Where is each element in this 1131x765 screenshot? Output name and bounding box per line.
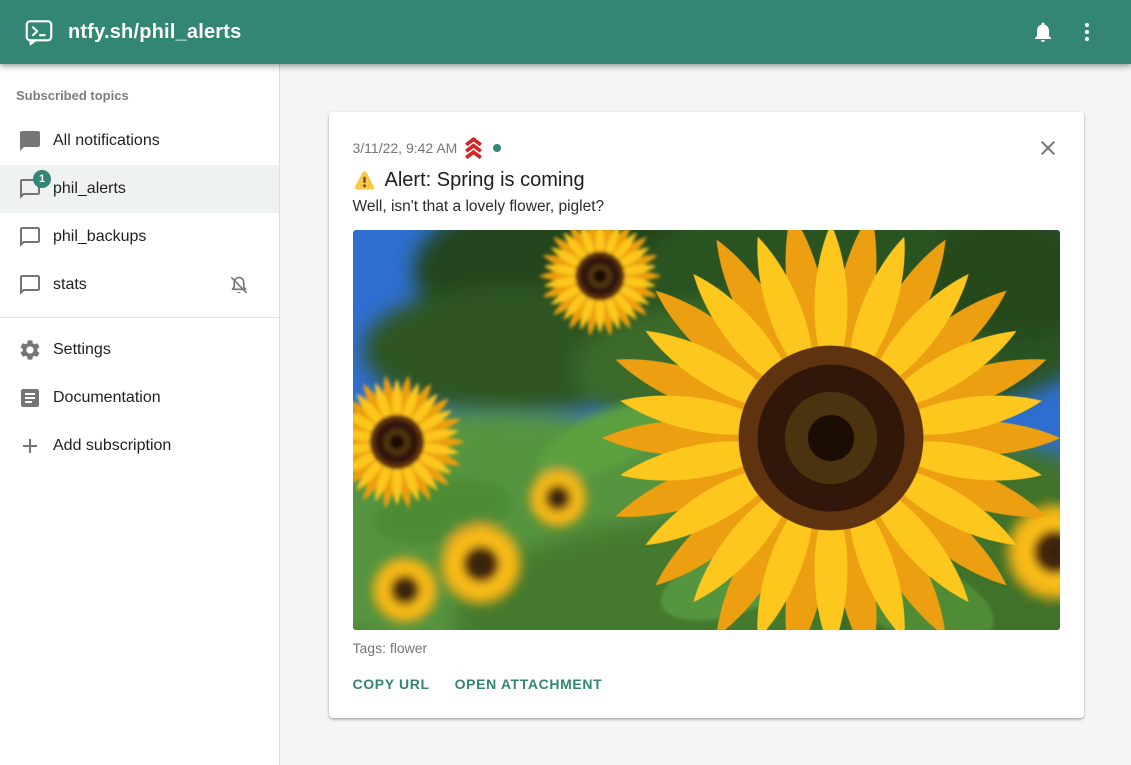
notifications-button[interactable] — [1021, 10, 1065, 54]
notification-actions: COPY URL OPEN ATTACHMENT — [353, 674, 1060, 694]
chat-bubble-outline-icon — [18, 273, 42, 297]
sidebar-item-documentation[interactable]: Documentation — [0, 374, 279, 422]
sidebar-divider — [0, 317, 279, 318]
chat-bubble-filled-icon — [18, 129, 42, 153]
bell-icon — [1031, 20, 1055, 44]
chat-bubble-outline-icon — [18, 225, 42, 249]
more-vert-icon — [1075, 20, 1099, 44]
sidebar-item-all-notifications[interactable]: All notifications — [0, 117, 279, 165]
chat-bubble-outline-icon: 1 — [18, 177, 42, 201]
close-notification-button[interactable] — [1034, 134, 1062, 162]
topic-label: phil_alerts — [53, 180, 126, 198]
notification-meta-row: 3/11/22, 9:42 AM — [353, 136, 1060, 162]
topic-label: stats — [53, 276, 87, 294]
attachment-image[interactable] — [353, 230, 1060, 630]
ntfy-logo-terminal-icon — [24, 17, 54, 47]
app-bar: ntfy.sh/phil_alerts — [0, 0, 1131, 64]
sidebar-item-settings[interactable]: Settings — [0, 326, 279, 374]
notification-timestamp: 3/11/22, 9:42 AM — [353, 140, 458, 156]
sidebar: Subscribed topics All notifications 1 ph… — [0, 64, 280, 765]
subscribed-topics-caption: Subscribed topics — [0, 64, 279, 117]
main-content: 3/11/22, 9:42 AM — [281, 64, 1131, 765]
copy-url-button[interactable]: COPY URL — [353, 674, 430, 694]
unread-count-badge: 1 — [33, 170, 51, 188]
notification-tags: Tags: flower — [353, 640, 1060, 656]
close-icon — [1036, 136, 1060, 160]
action-label: Documentation — [53, 389, 161, 407]
topic-label: All notifications — [53, 132, 160, 150]
notification-title-row: Alert: Spring is coming — [353, 169, 1060, 192]
open-attachment-button[interactable]: OPEN ATTACHMENT — [455, 674, 603, 694]
overflow-menu-button[interactable] — [1065, 10, 1109, 54]
sidebar-item-phil-backups[interactable]: phil_backups — [0, 213, 279, 261]
topic-list: All notifications 1 phil_alerts phil_bac… — [0, 117, 279, 309]
sidebar-item-phil-alerts[interactable]: 1 phil_alerts — [0, 165, 279, 213]
sidebar-item-stats[interactable]: stats — [0, 261, 279, 309]
priority-max-icon — [463, 137, 484, 159]
notification-card: 3/11/22, 9:42 AM — [329, 112, 1084, 718]
warning-emoji-icon — [353, 170, 376, 191]
article-icon — [18, 386, 42, 410]
plus-icon — [18, 434, 42, 458]
notification-title: Alert: Spring is coming — [385, 169, 585, 192]
action-label: Add subscription — [53, 437, 171, 455]
action-label: Settings — [53, 341, 111, 359]
sidebar-item-add-subscription[interactable]: Add subscription — [0, 422, 279, 470]
new-indicator-dot — [493, 144, 501, 152]
sidebar-action-list: Settings Documentation Add subscription — [0, 326, 279, 470]
page-title: ntfy.sh/phil_alerts — [68, 21, 241, 44]
sunflower-photo-illustration — [353, 230, 1060, 630]
topic-label: phil_backups — [53, 228, 146, 246]
gear-icon — [18, 338, 42, 362]
notification-body: Well, isn't that a lovely flower, piglet… — [353, 198, 1060, 216]
notifications-muted-icon — [227, 273, 251, 297]
